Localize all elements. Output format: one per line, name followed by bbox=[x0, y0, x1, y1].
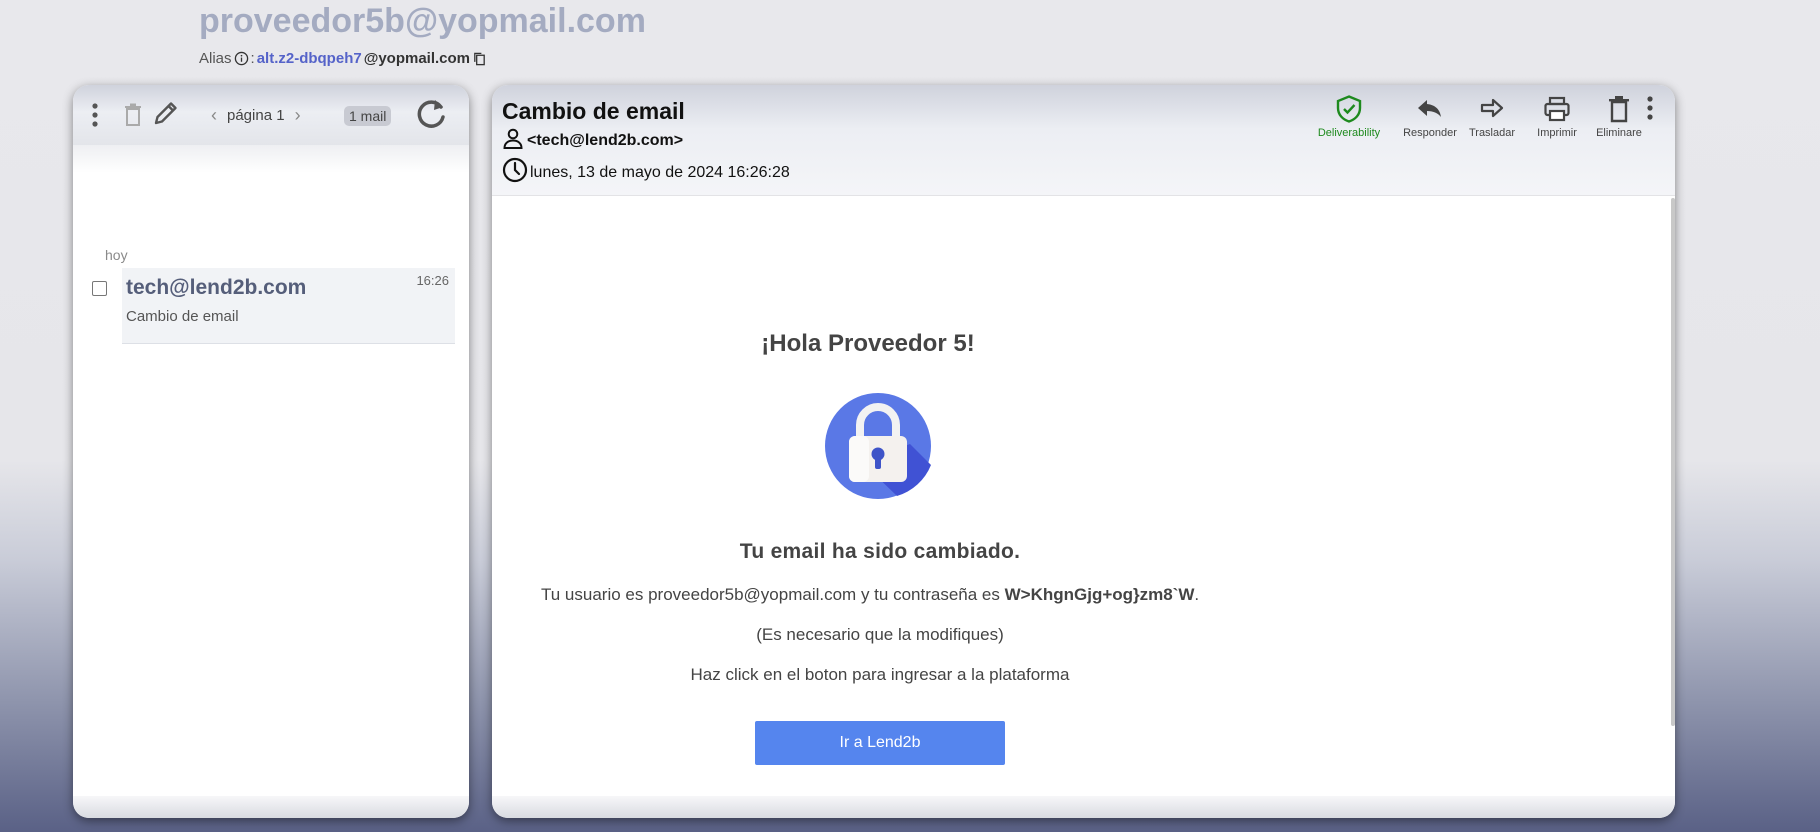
alias-name[interactable]: alt.z2-dbqpeh7 bbox=[257, 50, 362, 67]
forward-arrow-icon bbox=[1478, 95, 1506, 126]
mail-list-toolbar: ‹ página 1 › 1 mail bbox=[73, 85, 469, 145]
more-menu-icon[interactable] bbox=[1645, 95, 1655, 121]
message-sender: <tech@lend2b.com> bbox=[527, 131, 684, 149]
info-icon[interactable] bbox=[234, 51, 249, 66]
inbox-address: proveedor5b@yopmail.com bbox=[199, 2, 646, 40]
mail-item-time: 16:26 bbox=[416, 273, 449, 288]
pagination: ‹ página 1 › bbox=[211, 105, 301, 126]
mail-count-badge: 1 mail bbox=[344, 106, 392, 126]
reply-button[interactable]: Responder bbox=[1398, 95, 1462, 139]
person-icon bbox=[502, 127, 524, 154]
delete-button[interactable]: Eliminare bbox=[1591, 95, 1647, 139]
lock-icon bbox=[824, 392, 932, 500]
alias-separator: : bbox=[250, 50, 255, 67]
message-panel: Cambio de email <tech@lend2b.com> lunes,… bbox=[492, 85, 1675, 818]
mail-select-checkbox[interactable] bbox=[92, 281, 107, 296]
deliverability-label: Deliverability bbox=[1317, 127, 1381, 139]
page-label: página 1 bbox=[227, 107, 285, 124]
reply-label: Responder bbox=[1403, 127, 1457, 139]
message-date: lunes, 13 de mayo de 2024 16:26:28 bbox=[530, 163, 790, 181]
delete-label: Eliminare bbox=[1596, 127, 1642, 139]
toolbar-shadow bbox=[73, 145, 469, 173]
shield-check-icon bbox=[1336, 95, 1362, 126]
temp-password: W>KhgnGjg+og}zm8`W bbox=[1004, 585, 1195, 604]
email-greeting: ¡Hola Proveedor 5! bbox=[761, 330, 975, 357]
yopmail-logo bbox=[10, 0, 180, 20]
more-menu-icon[interactable] bbox=[91, 102, 99, 128]
mail-item-subject: Cambio de email bbox=[126, 308, 239, 325]
email-instruction-line: Haz click en el boton para ingresar a la… bbox=[690, 665, 1070, 684]
panel-bottom-bar bbox=[73, 796, 469, 818]
alias-domain: @yopmail.com bbox=[363, 50, 471, 67]
chevron-right-icon[interactable]: › bbox=[295, 105, 301, 126]
deliverability-button[interactable]: Deliverability bbox=[1309, 95, 1389, 139]
panel-bottom-bar bbox=[492, 796, 1675, 818]
trash-icon[interactable] bbox=[124, 103, 142, 127]
alias-label: Alias bbox=[199, 50, 232, 67]
forward-button[interactable]: Trasladar bbox=[1464, 95, 1520, 139]
mail-item-sender: tech@lend2b.com bbox=[126, 276, 307, 299]
copy-icon[interactable] bbox=[472, 51, 487, 67]
email-credentials-line: Tu usuario es proveedor5b@yopmail.com y … bbox=[541, 585, 1199, 605]
email-title: Tu email ha sido cambiado. bbox=[739, 540, 1021, 563]
compose-pencil-icon[interactable] bbox=[153, 100, 179, 126]
printer-icon bbox=[1543, 95, 1571, 126]
mail-list-item[interactable]: tech@lend2b.com Cambio de email 16:26 bbox=[122, 268, 455, 344]
message-from: <tech@lend2b.com> bbox=[502, 127, 683, 154]
day-group-label: hoy bbox=[105, 247, 128, 263]
message-scrollbar[interactable] bbox=[1671, 198, 1675, 726]
go-to-lend2b-button[interactable]: Ir a Lend2b bbox=[755, 721, 1005, 765]
message-subject: Cambio de email bbox=[502, 98, 685, 124]
forward-label: Trasladar bbox=[1468, 127, 1516, 139]
credentials-text: Tu usuario es proveedor5b@yopmail.com y … bbox=[541, 585, 1005, 604]
email-note-line: (Es necesario que la modifiques) bbox=[756, 625, 1004, 644]
message-header: Cambio de email <tech@lend2b.com> lunes,… bbox=[492, 85, 1675, 196]
message-date-row: lunes, 13 de mayo de 2024 16:26:28 bbox=[502, 157, 790, 188]
email-body: ¡Hola Proveedor 5! Tu email ha sido camb… bbox=[492, 196, 1675, 796]
reply-icon bbox=[1416, 95, 1444, 126]
credentials-suffix: . bbox=[1194, 585, 1200, 604]
refresh-icon[interactable] bbox=[414, 97, 448, 131]
clock-icon bbox=[502, 157, 528, 188]
print-button[interactable]: Imprimir bbox=[1529, 95, 1585, 139]
alias-row: Alias : alt.z2-dbqpeh7 @yopmail.com bbox=[199, 50, 487, 67]
print-label: Imprimir bbox=[1537, 127, 1577, 139]
chevron-left-icon[interactable]: ‹ bbox=[211, 105, 217, 126]
mail-list-panel: ‹ página 1 › 1 mail hoy tech@lend2b.com … bbox=[73, 85, 469, 818]
trash-icon bbox=[1608, 95, 1630, 126]
